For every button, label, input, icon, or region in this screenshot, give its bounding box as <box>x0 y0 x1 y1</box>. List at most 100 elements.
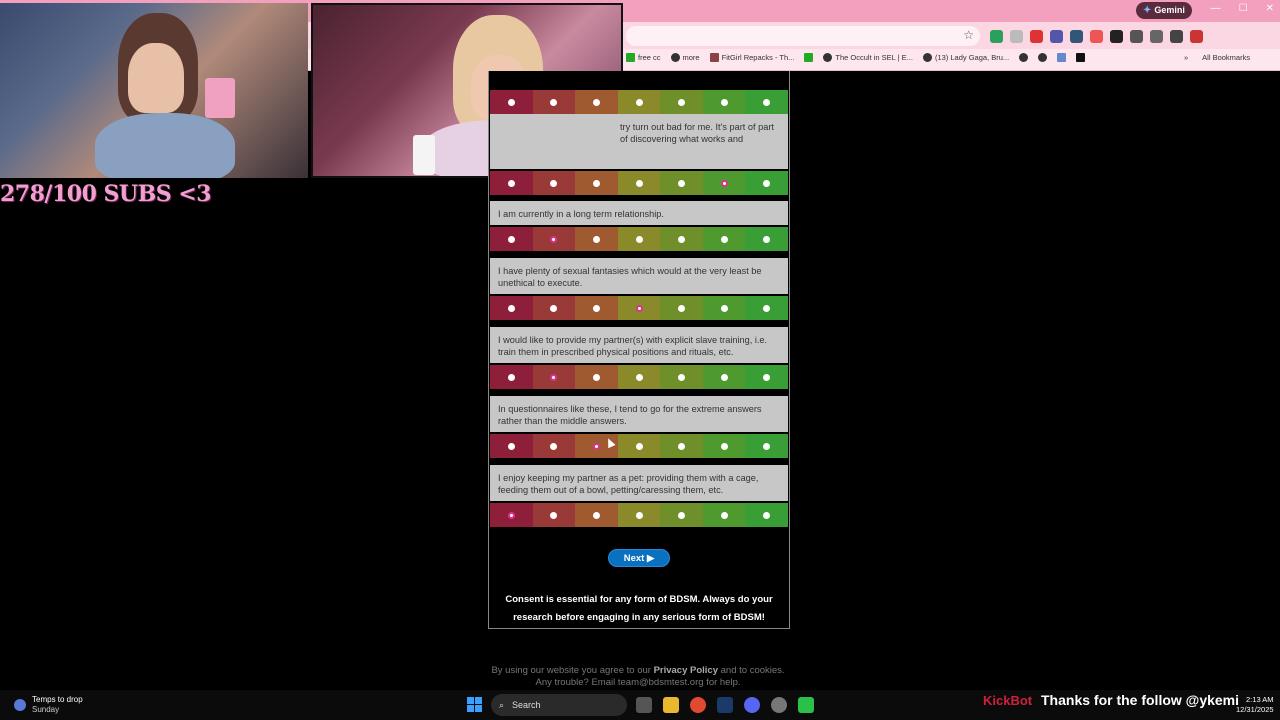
selected-radio[interactable] <box>592 442 600 450</box>
selected-radio[interactable] <box>550 235 558 243</box>
radio-button[interactable] <box>763 304 771 312</box>
answer-option[interactable] <box>660 503 703 527</box>
radio-button[interactable] <box>678 442 686 450</box>
steam-icon[interactable] <box>717 697 733 713</box>
chrome-icon[interactable] <box>690 697 706 713</box>
answer-option[interactable] <box>660 296 703 320</box>
answer-option[interactable] <box>745 365 789 389</box>
answer-option[interactable] <box>660 171 703 195</box>
selected-radio[interactable] <box>507 511 515 519</box>
puzzle-icon[interactable] <box>1150 30 1163 43</box>
taskbar-search[interactable]: ⌕ Search <box>491 694 627 716</box>
bookmark-item[interactable]: The Occult in SEL | E... <box>823 53 913 62</box>
answer-option[interactable] <box>575 90 618 114</box>
bookmark-item[interactable] <box>1019 53 1029 62</box>
extension-icon[interactable] <box>1130 30 1143 43</box>
more-bookmarks-icon[interactable]: » <box>1184 53 1188 62</box>
next-button[interactable]: Next ▶ <box>608 549 670 567</box>
answer-option[interactable] <box>617 171 661 195</box>
gemini-button[interactable]: ✦ Gemini <box>1136 2 1192 19</box>
bookmark-item[interactable]: FitGirl Repacks - Th... <box>709 53 794 62</box>
radio-button[interactable] <box>550 511 558 519</box>
profile-icon[interactable] <box>1190 30 1203 43</box>
radio-button[interactable] <box>720 98 728 106</box>
answer-option[interactable] <box>660 90 703 114</box>
answer-option[interactable] <box>575 171 618 195</box>
radio-button[interactable] <box>592 179 600 187</box>
weather-widget[interactable]: Temps to drop Sunday <box>14 695 83 715</box>
task-view-icon[interactable] <box>636 697 652 713</box>
radio-button[interactable] <box>635 511 643 519</box>
radio-button[interactable] <box>507 98 515 106</box>
maximize-icon[interactable]: ☐ <box>1239 3 1248 14</box>
answer-option[interactable] <box>702 90 746 114</box>
extension-icon[interactable] <box>1090 30 1103 43</box>
privacy-policy-link[interactable]: Privacy Policy <box>654 665 718 676</box>
radio-button[interactable] <box>592 511 600 519</box>
radio-button[interactable] <box>720 511 728 519</box>
answer-option[interactable] <box>617 90 661 114</box>
answer-option[interactable] <box>660 227 703 251</box>
answer-option[interactable] <box>660 365 703 389</box>
file-explorer-icon[interactable] <box>663 697 679 713</box>
answer-option[interactable] <box>745 90 789 114</box>
radio-button[interactable] <box>763 373 771 381</box>
answer-option[interactable] <box>702 171 746 195</box>
answer-option[interactable] <box>490 227 533 251</box>
radio-button[interactable] <box>550 304 558 312</box>
radio-button[interactable] <box>635 98 643 106</box>
answer-option[interactable] <box>575 365 618 389</box>
answer-option[interactable] <box>532 227 576 251</box>
radio-button[interactable] <box>507 373 515 381</box>
bookmark-star-icon[interactable]: ☆ <box>963 28 974 42</box>
radio-button[interactable] <box>763 511 771 519</box>
answer-option[interactable] <box>745 296 789 320</box>
answer-option[interactable] <box>702 296 746 320</box>
radio-button[interactable] <box>507 442 515 450</box>
answer-option[interactable] <box>575 503 618 527</box>
app-icon[interactable] <box>771 697 787 713</box>
radio-button[interactable] <box>635 442 643 450</box>
bookmark-item[interactable]: more <box>670 53 700 62</box>
radio-button[interactable] <box>678 511 686 519</box>
answer-option[interactable] <box>617 296 661 320</box>
radio-button[interactable] <box>635 179 643 187</box>
address-bar[interactable]: ☆ <box>626 26 980 46</box>
selected-radio[interactable] <box>720 179 728 187</box>
bookmark-item[interactable] <box>1076 53 1086 62</box>
all-bookmarks[interactable]: All Bookmarks <box>1202 53 1250 62</box>
answer-option[interactable] <box>490 365 533 389</box>
answer-option[interactable] <box>532 171 576 195</box>
radio-button[interactable] <box>720 304 728 312</box>
bookmark-item[interactable] <box>1038 53 1048 62</box>
radio-button[interactable] <box>550 442 558 450</box>
extension-icon[interactable] <box>1050 30 1063 43</box>
radio-button[interactable] <box>678 179 686 187</box>
radio-button[interactable] <box>763 98 771 106</box>
answer-option[interactable] <box>702 365 746 389</box>
radio-button[interactable] <box>635 235 643 243</box>
answer-option[interactable] <box>575 296 618 320</box>
radio-button[interactable] <box>507 304 515 312</box>
radio-button[interactable] <box>763 179 771 187</box>
radio-button[interactable] <box>592 235 600 243</box>
close-icon[interactable]: ✕ <box>1266 3 1274 14</box>
answer-option[interactable] <box>660 434 703 458</box>
answer-option[interactable] <box>532 296 576 320</box>
extension-icon[interactable] <box>1010 30 1023 43</box>
radio-button[interactable] <box>592 304 600 312</box>
answer-option[interactable] <box>532 503 576 527</box>
radio-button[interactable] <box>720 442 728 450</box>
radio-button[interactable] <box>550 179 558 187</box>
answer-option[interactable] <box>617 434 661 458</box>
extension-icon[interactable] <box>1070 30 1083 43</box>
answer-option[interactable] <box>490 503 533 527</box>
radio-button[interactable] <box>678 235 686 243</box>
answer-option[interactable] <box>745 503 789 527</box>
answer-option[interactable] <box>532 90 576 114</box>
bookmark-item[interactable] <box>804 53 814 62</box>
radio-button[interactable] <box>507 235 515 243</box>
radio-button[interactable] <box>678 373 686 381</box>
answer-option[interactable] <box>702 503 746 527</box>
answer-option[interactable] <box>617 503 661 527</box>
